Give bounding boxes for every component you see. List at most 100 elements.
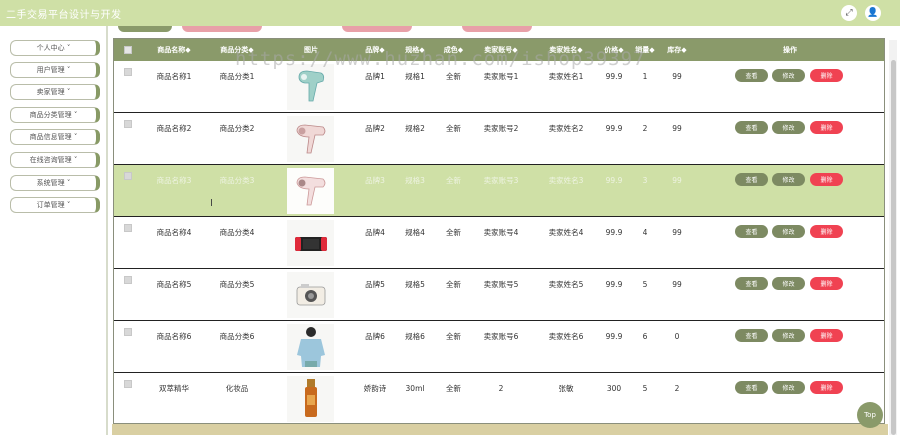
view-button[interactable]: 查看 (735, 173, 768, 186)
row-checkbox[interactable] (124, 276, 132, 284)
col-sales[interactable]: 销量◆ (633, 39, 657, 61)
edit-button[interactable]: 修改 (772, 173, 805, 186)
delete-button[interactable]: 删除 (810, 277, 843, 290)
col-seller-account[interactable]: 卖家账号◆ (477, 39, 525, 61)
cell-brand: 品牌1 (365, 72, 385, 81)
cell-spec: 规格5 (405, 280, 425, 289)
col-brand[interactable]: 品牌◆ (359, 39, 391, 61)
sidebar-item-users[interactable]: 用户管理 ˅ (10, 62, 100, 78)
cell-seller-name: 卖家姓名1 (548, 72, 584, 81)
table-header: 商品名称◆ 商品分类◆ 图片 品牌◆ 规格◆ 成色◆ 卖家账号◆ 卖家姓名◆ 价… (114, 39, 884, 61)
toolbar-button[interactable] (182, 26, 262, 32)
table-row[interactable]: 商品名称5 商品分类5 品牌5 规格5 全新 卖家账号5 卖家姓名5 99.9 … (114, 269, 884, 321)
product-image (287, 116, 334, 162)
chevron-down-icon: ˅ (64, 44, 71, 52)
col-price[interactable]: 价格◆ (600, 39, 628, 61)
view-button[interactable]: 查看 (735, 69, 768, 82)
col-actions: 操作 (783, 46, 797, 54)
table-row[interactable]: 商品名称2 商品分类2 品牌2 规格2 全新 卖家账号2 卖家姓名2 99.9 … (114, 113, 884, 165)
table-row[interactable]: 商品名称1 商品分类1 品牌1 规格1 全新 卖家账号1 卖家姓名1 99.9 … (114, 61, 884, 113)
sidebar-item-label: 在线咨询管理 (29, 156, 72, 164)
row-checkbox[interactable] (124, 328, 132, 336)
cell-sales: 6 (642, 332, 648, 341)
back-to-top-button[interactable]: Top (857, 402, 883, 428)
row-checkbox[interactable] (124, 380, 132, 388)
toolbar-buttons (112, 26, 892, 36)
cell-spec: 30ml (405, 384, 425, 393)
user-icon[interactable]: 👤 (865, 5, 881, 21)
col-condition[interactable]: 成色◆ (436, 39, 471, 61)
row-checkbox[interactable] (124, 224, 132, 232)
row-checkbox[interactable] (124, 120, 132, 128)
cell-sales: 5 (642, 384, 648, 393)
cell-stock: 99 (672, 72, 682, 81)
edit-button[interactable]: 修改 (772, 69, 805, 82)
cell-condition: 全新 (446, 72, 461, 81)
sidebar-item-label: 卖家管理 (36, 88, 65, 96)
sidebar-item-sellers[interactable]: 卖家管理 ˅ (10, 84, 100, 100)
edit-button[interactable]: 修改 (772, 381, 805, 394)
toolbar-button[interactable] (118, 26, 172, 32)
delete-button[interactable]: 删除 (810, 329, 843, 342)
sidebar-item-orders[interactable]: 订单管理 ˅ (10, 197, 100, 213)
view-button[interactable]: 查看 (735, 329, 768, 342)
cell-brand: 品牌2 (365, 124, 385, 133)
cell-price: 99.9 (605, 332, 623, 341)
toolbar-button[interactable] (342, 26, 412, 32)
cell-condition: 全新 (446, 124, 461, 133)
row-checkbox[interactable] (124, 172, 132, 180)
sidebar-item-products[interactable]: 商品信息管理 ˅ (10, 129, 100, 145)
cell-category: 商品分类6 (219, 332, 255, 341)
cell-spec: 规格3 (405, 176, 425, 185)
table-row[interactable]: 商品名称6 商品分类6 品牌6 规格6 全新 卖家账号6 卖家姓名6 99.9 … (114, 321, 884, 373)
col-spec[interactable]: 规格◆ (399, 39, 431, 61)
delete-button[interactable]: 删除 (810, 69, 843, 82)
view-button[interactable]: 查看 (735, 381, 768, 394)
row-checkbox[interactable] (124, 68, 132, 76)
select-all-checkbox[interactable] (124, 46, 132, 54)
cell-category: 商品分类3 (219, 176, 255, 185)
col-name[interactable]: 商品名称◆ (144, 39, 204, 61)
sidebar-item-categories[interactable]: 商品分类管理 ˅ (10, 107, 100, 123)
edit-button[interactable]: 修改 (772, 277, 805, 290)
cell-price: 99.9 (605, 124, 623, 133)
cell-name: 商品名称4 (156, 228, 192, 237)
delete-button[interactable]: 删除 (810, 225, 843, 238)
col-seller-name[interactable]: 卖家姓名◆ (542, 39, 590, 61)
delete-button[interactable]: 删除 (810, 381, 843, 394)
col-category[interactable]: 商品分类◆ (207, 39, 267, 61)
cell-name: 商品名称5 (156, 280, 192, 289)
col-stock[interactable]: 库存◆ (661, 39, 693, 61)
scrollbar-thumb[interactable] (891, 60, 896, 435)
delete-button[interactable]: 删除 (810, 173, 843, 186)
view-button[interactable]: 查看 (735, 277, 768, 290)
table-row[interactable]: 双萃精华 化妆品 娇韵诗 30ml 全新 2 张敏 300 5 2 查看 修改 … (114, 373, 884, 423)
cell-seller-account: 卖家账号2 (483, 124, 519, 133)
fullscreen-icon[interactable]: ⤢ (841, 5, 857, 21)
view-button[interactable]: 查看 (735, 225, 768, 238)
sidebar: 个人中心 ˅ 用户管理 ˅ 卖家管理 ˅ 商品分类管理 ˅ 商品信息管理 ˅ 在… (0, 26, 108, 435)
cell-seller-name: 卖家姓名2 (548, 124, 584, 133)
edit-button[interactable]: 修改 (772, 121, 805, 134)
cell-sales: 2 (642, 124, 648, 133)
edit-button[interactable]: 修改 (772, 225, 805, 238)
sidebar-item-label: 商品分类管理 (29, 111, 72, 119)
cell-condition: 全新 (446, 176, 461, 185)
toolbar-button[interactable] (462, 26, 532, 32)
serum-bottle-icon (304, 379, 317, 417)
cell-seller-account: 卖家账号6 (483, 332, 519, 341)
sidebar-item-consultation[interactable]: 在线咨询管理 ˅ (10, 152, 100, 168)
edit-button[interactable]: 修改 (772, 329, 805, 342)
cell-condition: 全新 (446, 280, 461, 289)
view-button[interactable]: 查看 (735, 121, 768, 134)
chevron-down-icon: ˅ (64, 88, 71, 96)
cell-brand: 品牌4 (365, 228, 385, 237)
sidebar-item-personal-center[interactable]: 个人中心 ˅ (10, 40, 100, 56)
delete-button[interactable]: 删除 (810, 121, 843, 134)
col-image: 图片 (304, 46, 318, 54)
cell-seller-account: 2 (498, 384, 504, 393)
table-row[interactable]: 商品名称4 商品分类4 品牌4 规格4 全新 卖家账号4 卖家姓名4 99.9 … (114, 217, 884, 269)
table-row[interactable]: 商品名称3 商品分类3 品牌3 规格3 全新 卖家账号3 卖家姓名3 99.9 … (114, 165, 884, 217)
cell-stock: 2 (674, 384, 680, 393)
sidebar-item-system[interactable]: 系统管理 ˅ (10, 175, 100, 191)
